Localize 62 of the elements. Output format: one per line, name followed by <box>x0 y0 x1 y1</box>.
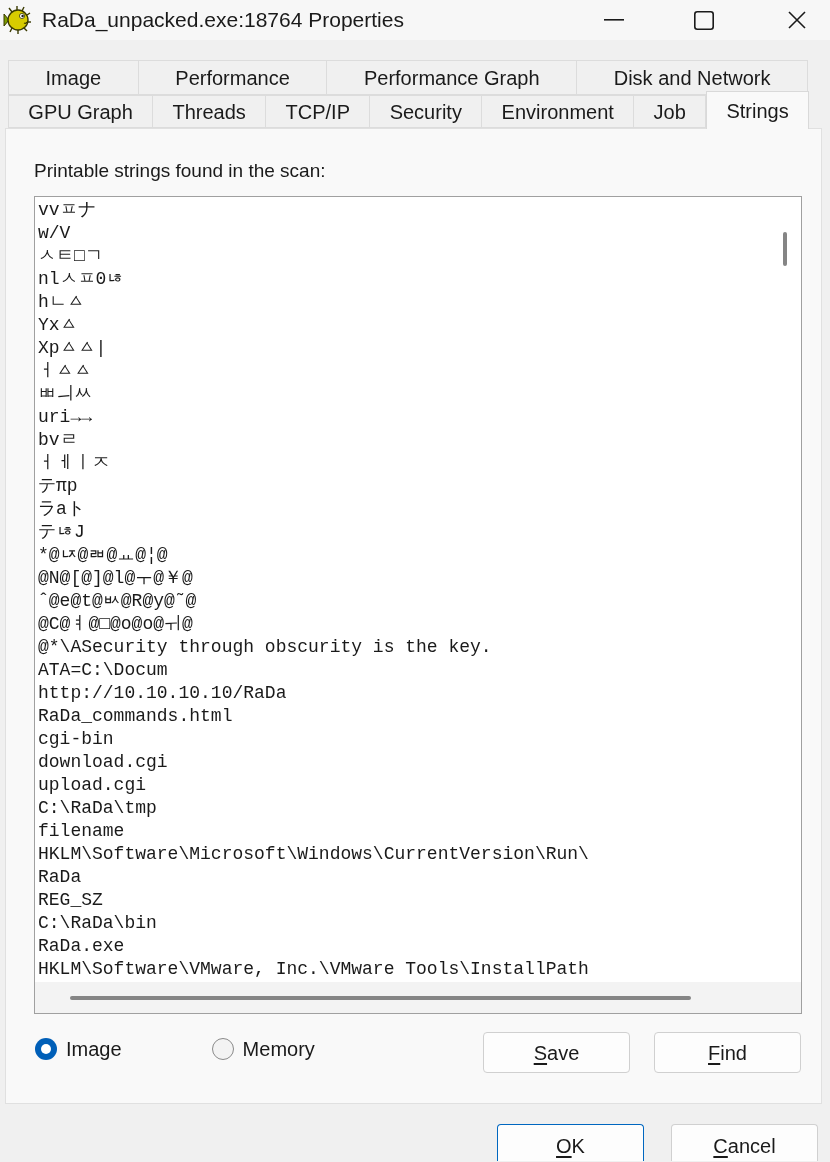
dialog-button[interactable]: Cancel <box>671 1124 818 1161</box>
radio-option[interactable]: Image <box>35 1036 122 1061</box>
string-line: HKLM\Software\Microsoft\Windows\CurrentVersion\Run\ <box>38 843 589 866</box>
string-line: uri→→ <box>38 406 92 429</box>
string-line: ATA=C:\Docum <box>38 659 168 682</box>
tab[interactable]: Threads <box>152 95 267 128</box>
tab[interactable]: Performance <box>137 60 328 95</box>
string-line: w/V <box>38 222 71 245</box>
string-line: upload.cgi <box>38 774 147 797</box>
string-line: HKLM\Software\VMware, Inc.\VMware Tools\InstallPath <box>38 958 589 981</box>
panel-button[interactable]: Find <box>654 1032 801 1073</box>
string-line: *@ㄵ@ㄼ@ㅛ@¦@ <box>38 544 168 567</box>
string-line: bvㄹ <box>38 429 78 452</box>
radio-indicator[interactable] <box>211 1037 234 1060</box>
scrollbar-thumb[interactable] <box>70 995 691 1000</box>
string-line: ラaト <box>38 498 85 521</box>
minimize-icon <box>604 19 624 21</box>
strings-list[interactable] <box>34 196 802 1014</box>
string-line: ㅓㅿㅿ <box>38 360 92 383</box>
string-line: @N@[@]@l@ㅜ@￥@ <box>38 567 193 590</box>
tab[interactable]: GPU Graph <box>8 95 154 128</box>
string-line: テπp <box>38 475 78 498</box>
tab[interactable]: Strings <box>706 91 810 129</box>
tab[interactable]: Job <box>633 95 707 128</box>
radio-option[interactable]: Memory <box>211 1036 315 1061</box>
string-line: hㄴㅿ <box>38 291 85 314</box>
tab[interactable]: Image <box>8 60 139 95</box>
string-line: RaDa.exe <box>38 935 125 958</box>
string-line: Xpㅿㅿ| <box>38 337 107 360</box>
radio-indicator[interactable] <box>35 1037 57 1060</box>
maximize-icon <box>694 10 714 30</box>
string-line: C:\RaDa\bin <box>38 912 157 935</box>
string-line: http://10.10.10.10/RaDa <box>38 682 287 705</box>
string-line: ㅓㅔㅣㅈ <box>38 452 110 475</box>
string-line: Yxㅿ <box>38 314 78 337</box>
string-line: ㅅㅌ□ㄱ <box>38 245 103 268</box>
string-line: RaDa_commands.html <box>38 705 233 728</box>
string-line: filename <box>38 820 125 843</box>
string-line: RaDa <box>38 866 82 889</box>
default-button[interactable]: OK <box>497 1124 644 1161</box>
tab[interactable]: Security <box>369 95 483 128</box>
string-line: vvㅍナ <box>38 199 96 222</box>
window-title: RaDa_unpacked.exe:18764 Properties <box>42 7 404 33</box>
tab[interactable]: Disk and Network <box>576 60 808 95</box>
tab[interactable]: Environment <box>481 95 635 128</box>
tab[interactable]: Performance Graph <box>326 60 578 95</box>
string-line: cgi-bin <box>38 728 114 751</box>
string-line: ˆ@e@t@ㅄ@R@y@˜@ <box>38 590 197 613</box>
string-line: テㄶJ <box>38 521 85 544</box>
horizontal-scrollbar[interactable] <box>35 982 801 1013</box>
string-line: REG_SZ <box>38 889 103 912</box>
panel-button[interactable]: Save <box>483 1032 630 1073</box>
close-icon <box>788 11 806 29</box>
string-line: download.cgi <box>38 751 168 774</box>
tab[interactable]: TCP/IP <box>265 95 371 128</box>
string-line: ㅃㅢㅆ <box>38 383 92 406</box>
string-line: nlㅅㅍ0ㄶ <box>38 268 125 291</box>
string-line: C:\RaDa\tmp <box>38 797 157 820</box>
scrollbar-thumb[interactable] <box>783 232 787 266</box>
string-line: @C@ㅕ@□@o@o@ㅟ@ <box>38 613 193 636</box>
string-line: @*\ASecurity through obscurity is the key. <box>38 636 492 659</box>
strings-heading: Printable strings found in the scan: <box>34 159 327 183</box>
